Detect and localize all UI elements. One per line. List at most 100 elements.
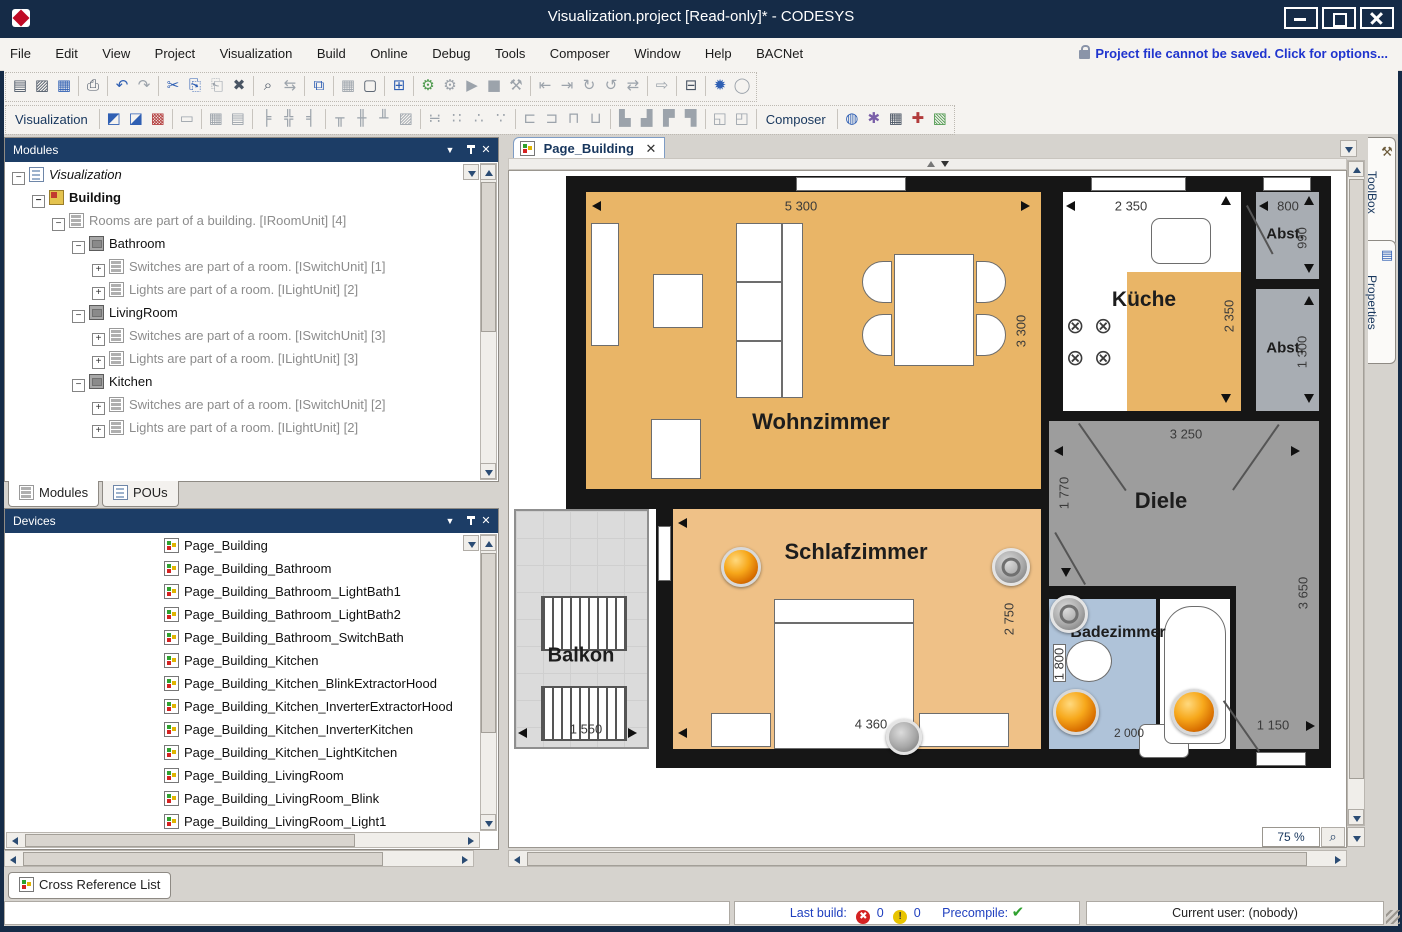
modules-scroll-thumb[interactable] [481, 182, 496, 332]
save-icon[interactable]: ▦ [53, 74, 75, 96]
tree-item-bathroom[interactable]: −Bathroom [6, 232, 480, 255]
space-h-icon[interactable]: ∺ [424, 107, 446, 129]
send-backward-icon[interactable]: ▜ [680, 107, 702, 129]
tree-item-livingroom-switches[interactable]: +Switches are part of a room. [ISwitchUn… [6, 324, 480, 347]
composer-modules-icon[interactable]: ▦ [885, 107, 907, 129]
device-item[interactable]: Page_Building_Bathroom_SwitchBath [6, 626, 480, 649]
tree-item-bathroom-lights[interactable]: +Lights are part of a room. [ILightUnit]… [6, 278, 480, 301]
expander-icon[interactable]: − [72, 310, 85, 323]
find-icon[interactable]: ⌕ [257, 74, 279, 96]
undo-icon[interactable]: ↶ [111, 74, 133, 96]
switch-badezimmer[interactable] [1050, 595, 1088, 633]
tab-cross-reference-list[interactable]: Cross Reference List [8, 872, 171, 899]
align-middle-icon[interactable]: ╫ [351, 107, 373, 129]
tree-item-visualization[interactable]: −Visualization [6, 163, 480, 186]
device-item[interactable]: Page_Building_LivingRoom_Light1 [6, 810, 480, 831]
panel-dropdown-icon[interactable]: ▼ [442, 143, 458, 157]
ungroup-icon[interactable]: ▤ [227, 107, 249, 129]
config-icon[interactable]: ⚒ [505, 74, 527, 96]
tree-item-kitchen-switches[interactable]: +Switches are part of a room. [ISwitchUn… [6, 393, 480, 416]
size-width-icon[interactable]: ⊏ [519, 107, 541, 129]
expander-icon[interactable]: + [92, 402, 105, 415]
expander-icon[interactable]: − [52, 218, 65, 231]
tree-item-livingroom-lights[interactable]: +Lights are part of a room. [ILightUnit]… [6, 347, 480, 370]
group-select-icon[interactable]: ◱ [709, 107, 731, 129]
expander-icon[interactable]: + [92, 264, 105, 277]
tree-item-bathroom-switches[interactable]: +Switches are part of a room. [ISwitchUn… [6, 255, 480, 278]
step-into-icon[interactable]: ⇥ [556, 74, 578, 96]
cut-icon[interactable]: ✂ [162, 74, 184, 96]
menu-visualization[interactable]: Visualization [210, 38, 303, 61]
device-item[interactable]: Page_Building_LivingRoom [6, 764, 480, 787]
group-icon[interactable]: ▦ [205, 107, 227, 129]
devices-hscrollbar[interactable] [6, 832, 480, 848]
copy-icon[interactable]: ⎘ [184, 74, 206, 96]
space-grow-icon[interactable]: ∴ [468, 107, 490, 129]
menu-window[interactable]: Window [624, 38, 690, 61]
record-icon[interactable]: ◯ [731, 74, 753, 96]
settings-icon[interactable]: ✹ [709, 74, 731, 96]
next-statement-icon[interactable]: ⇨ [651, 74, 673, 96]
expander-icon[interactable]: + [92, 425, 105, 438]
device-item[interactable]: Page_Building_Kitchen_InverterExtractorH… [6, 695, 480, 718]
device-item[interactable]: Page_Building_Kitchen [6, 649, 480, 672]
size-height-icon[interactable]: ⊐ [541, 107, 563, 129]
maximize-button[interactable] [1322, 7, 1356, 29]
tree-item-rooms[interactable]: −Rooms are part of a building. [IRoomUni… [6, 209, 480, 232]
store-icon[interactable]: ⊟ [680, 74, 702, 96]
bring-front-icon[interactable]: ▙ [614, 107, 636, 129]
modules-combo-dropdown[interactable] [463, 164, 479, 180]
tab-list-dropdown[interactable] [1340, 140, 1357, 157]
align-top-icon[interactable]: ╥ [329, 107, 351, 129]
run-icon[interactable]: ▶ [461, 74, 483, 96]
modules-scroll-down[interactable] [480, 463, 496, 479]
delete-icon[interactable]: ✖ [228, 74, 250, 96]
expander-icon[interactable]: − [72, 241, 85, 254]
device-item[interactable]: Page_Building_Kitchen_InverterKitchen [6, 718, 480, 741]
panel-dropdown-icon[interactable]: ▼ [442, 514, 458, 528]
composer-chart-icon[interactable]: ▧ [929, 107, 951, 129]
menu-help[interactable]: Help [695, 38, 742, 61]
panel-pin-icon[interactable] [470, 516, 472, 525]
panel-close-icon[interactable]: ✕ [478, 514, 494, 528]
align-bottom-icon[interactable]: ╨ [373, 107, 395, 129]
frame-icon[interactable]: ▭ [176, 107, 198, 129]
resize-grip[interactable] [1386, 910, 1400, 924]
panel-close-icon[interactable]: ✕ [478, 143, 494, 157]
expander-icon[interactable]: − [72, 379, 85, 392]
device-item[interactable]: Page_Building_Bathroom [6, 557, 480, 580]
stop-icon[interactable]: ■ [483, 74, 505, 96]
new-object-icon[interactable]: ▢ [359, 74, 381, 96]
devices-scroll-thumb[interactable] [481, 553, 496, 733]
zoom-magnifier-button[interactable]: ⌕ [1321, 827, 1345, 847]
modules-scroll-up[interactable] [480, 164, 496, 180]
send-back-icon[interactable]: ▟ [636, 107, 658, 129]
zoom-level-field[interactable]: 75 % [1262, 827, 1320, 847]
zoom-tool-icon[interactable]: ◪ [125, 107, 147, 129]
close-button[interactable] [1360, 7, 1394, 29]
switch-schlafzimmer[interactable] [992, 548, 1030, 586]
tab-properties[interactable]: ▤ Properties [1368, 240, 1396, 364]
splitter-strip[interactable] [508, 158, 1347, 170]
tree-item-kitchen-lights[interactable]: +Lights are part of a room. [ILightUnit]… [6, 416, 480, 439]
tab-close-icon[interactable]: ✕ [646, 141, 657, 156]
expander-icon[interactable]: + [92, 333, 105, 346]
bring-forward-icon[interactable]: ▛ [658, 107, 680, 129]
devices-scroll-up[interactable] [480, 535, 496, 551]
tree-item-building[interactable]: −Building [6, 186, 480, 209]
build-icon[interactable]: ⊞ [388, 74, 410, 96]
paste-icon[interactable]: ⎗ [206, 74, 228, 96]
panel-pin-icon[interactable] [470, 145, 472, 154]
step-out-icon[interactable]: ↻ [578, 74, 600, 96]
minimize-button[interactable] [1284, 7, 1318, 29]
step-over-icon[interactable]: ⇤ [534, 74, 556, 96]
expander-icon[interactable]: + [92, 287, 105, 300]
copy-visual-icon[interactable]: ⧉ [308, 74, 330, 96]
print-icon[interactable]: ⎙ [82, 74, 104, 96]
select-tool-icon[interactable]: ◩ [103, 107, 125, 129]
lamp-badezimmer-2[interactable] [1171, 689, 1217, 735]
menu-composer[interactable]: Composer [540, 38, 620, 61]
reset-icon[interactable]: ⇄ [622, 74, 644, 96]
menu-build[interactable]: Build [307, 38, 356, 61]
devices-combo-dropdown[interactable] [463, 535, 479, 551]
